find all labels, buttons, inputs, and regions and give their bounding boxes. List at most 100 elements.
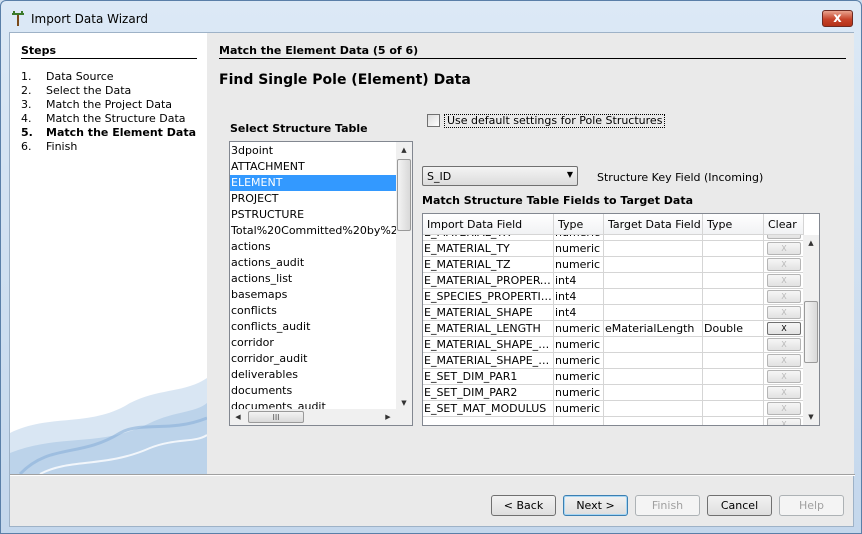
grid-row[interactable]: X xyxy=(423,417,804,425)
import-type-cell: numeric xyxy=(554,241,604,257)
structure-table-items: 3dpoint ATTACHMENT ELEMENT PROJECT PSTRUCTUR… xyxy=(230,143,396,415)
finish-button[interactable]: Finish xyxy=(635,495,700,516)
list-vscroll-thumb[interactable] xyxy=(397,159,411,231)
clear-button[interactable]: X xyxy=(767,306,801,319)
column-header-target-field[interactable]: Target Data Field xyxy=(604,214,703,235)
grid-row[interactable]: E_MATERIAL_LENGTH numeric eMaterialLength D… xyxy=(423,321,804,337)
structure-table-item[interactable]: actions_audit xyxy=(230,255,396,271)
list-hscroll-thumb[interactable]: III xyxy=(248,411,304,423)
target-field-cell[interactable] xyxy=(604,369,703,385)
grid-row[interactable]: E_MATERIAL_SHAPE_P... numeric X xyxy=(423,353,804,369)
clear-cell: X xyxy=(764,417,804,425)
back-button[interactable]: < Back xyxy=(491,495,556,516)
match-fields-grid[interactable]: Import Data Field Type Target Data Field… xyxy=(422,213,820,426)
structure-table-item[interactable]: ELEMENT xyxy=(230,175,396,191)
cancel-button[interactable]: Cancel xyxy=(707,495,772,516)
step-number: 6. xyxy=(21,140,32,153)
grid-row[interactable]: E_MATERIAL_SHAPE int4 X xyxy=(423,305,804,321)
clear-button[interactable]: X xyxy=(767,242,801,255)
main-pane: Match the Element Data (5 of 6) Find Sin… xyxy=(207,33,854,474)
structure-table-item[interactable]: deliverables xyxy=(230,367,396,383)
clear-button[interactable]: X xyxy=(767,354,801,367)
scroll-up-arrow-icon[interactable]: ▲ xyxy=(396,142,412,158)
target-type-cell xyxy=(703,353,764,369)
structure-table-list[interactable]: 3dpoint ATTACHMENT ELEMENT PROJECT PSTRUCTUR… xyxy=(229,141,413,426)
target-field-cell[interactable] xyxy=(604,353,703,369)
target-field-cell[interactable] xyxy=(604,337,703,353)
structure-table-item[interactable]: PROJECT xyxy=(230,191,396,207)
structure-table-item[interactable]: PSTRUCTURE xyxy=(230,207,396,223)
column-header-clear[interactable]: Clear xyxy=(764,214,804,235)
clear-button[interactable]: X xyxy=(767,386,801,399)
target-field-cell[interactable] xyxy=(604,305,703,321)
structure-table-item[interactable]: actions_list xyxy=(230,271,396,287)
scroll-right-arrow-icon[interactable]: ▶ xyxy=(380,409,396,425)
clear-button[interactable]: X xyxy=(767,322,801,335)
structure-table-item[interactable]: basemaps xyxy=(230,287,396,303)
column-header-import-field[interactable]: Import Data Field xyxy=(423,214,554,235)
structure-table-item[interactable]: documents xyxy=(230,383,396,399)
step-item: 6. Finish xyxy=(21,140,196,154)
structure-table-item[interactable]: corridor xyxy=(230,335,396,351)
column-header-type[interactable]: Type xyxy=(554,214,604,235)
grid-vscroll-thumb[interactable] xyxy=(804,301,818,363)
grid-vertical-scrollbar[interactable]: ▲ ▼ xyxy=(803,235,819,425)
target-field-cell[interactable] xyxy=(604,273,703,289)
grid-row[interactable]: E_SET_DIM_PAR2 numeric X xyxy=(423,385,804,401)
import-type-cell: numeric xyxy=(554,401,604,417)
scroll-left-arrow-icon[interactable]: ◀ xyxy=(230,409,246,425)
structure-table-item[interactable]: 3dpoint xyxy=(230,143,396,159)
structure-key-field-combo[interactable]: S_ID ▼ xyxy=(422,166,578,186)
next-button[interactable]: Next > xyxy=(563,495,628,516)
steps-divider xyxy=(21,58,197,59)
list-vertical-scrollbar[interactable]: ▲ ▼ xyxy=(396,142,412,411)
structure-table-item[interactable]: actions xyxy=(230,239,396,255)
step-number: 3. xyxy=(21,98,32,111)
close-button[interactable]: x xyxy=(822,10,853,27)
step-label: Match the Structure Data xyxy=(46,112,186,125)
import-field-cell xyxy=(423,417,554,425)
target-type-cell xyxy=(703,273,764,289)
structure-table-item[interactable]: corridor_audit xyxy=(230,351,396,367)
clear-cell: X xyxy=(764,353,804,369)
default-settings-label[interactable]: Use default settings for Pole Structures xyxy=(444,114,666,128)
default-settings-checkbox[interactable] xyxy=(427,114,440,127)
column-header-target-type[interactable]: Type xyxy=(703,214,764,235)
title-bar[interactable]: Import Data Wizard x xyxy=(1,1,861,31)
list-horizontal-scrollbar[interactable]: ◀ III ▶ xyxy=(230,409,396,425)
wizard-window: Import Data Wizard x Steps 1. Data Source… xyxy=(0,0,862,534)
target-field-cell[interactable]: eMaterialLength xyxy=(604,321,703,337)
structure-table-item[interactable]: conflicts xyxy=(230,303,396,319)
clear-button[interactable]: X xyxy=(767,274,801,287)
structure-table-item[interactable]: ATTACHMENT xyxy=(230,159,396,175)
grid-row[interactable]: E_MATERIAL_TZ numeric X xyxy=(423,257,804,273)
grid-row[interactable]: E_SET_DIM_PAR1 numeric X xyxy=(423,369,804,385)
clear-button[interactable]: X xyxy=(767,370,801,383)
grid-row[interactable]: E_MATERIAL_SHAPE_P... numeric X xyxy=(423,337,804,353)
target-field-cell[interactable] xyxy=(604,257,703,273)
grid-row[interactable]: E_SET_MAT_MODULUS numeric X xyxy=(423,401,804,417)
help-button[interactable]: Help xyxy=(779,495,844,516)
grid-row[interactable]: E_MATERIAL_TY numeric X xyxy=(423,241,804,257)
target-field-cell[interactable] xyxy=(604,385,703,401)
target-type-cell xyxy=(703,257,764,273)
structure-table-item[interactable]: Total%20Committed%20by%20O xyxy=(230,223,396,239)
clear-button[interactable]: X xyxy=(767,338,801,351)
scroll-down-arrow-icon[interactable]: ▼ xyxy=(803,409,819,425)
grid-row[interactable]: E_MATERIAL_PROPERT... int4 X xyxy=(423,273,804,289)
clear-button[interactable]: X xyxy=(767,290,801,303)
target-field-cell[interactable] xyxy=(604,417,703,425)
clear-button[interactable]: X xyxy=(767,258,801,271)
structure-table-item[interactable]: conflicts_audit xyxy=(230,319,396,335)
clear-button[interactable]: X xyxy=(767,235,801,239)
target-field-cell[interactable] xyxy=(604,241,703,257)
clear-button[interactable]: X xyxy=(767,402,801,415)
clear-cell: X xyxy=(764,321,804,337)
target-type-cell xyxy=(703,417,764,425)
target-field-cell[interactable] xyxy=(604,289,703,305)
step-item: 4. Match the Structure Data xyxy=(21,112,196,126)
grid-row[interactable]: E_SPECIES_PROPERTIE... int4 X xyxy=(423,289,804,305)
scroll-up-arrow-icon[interactable]: ▲ xyxy=(803,235,819,251)
target-field-cell[interactable] xyxy=(604,401,703,417)
clear-button[interactable]: X xyxy=(767,418,801,425)
